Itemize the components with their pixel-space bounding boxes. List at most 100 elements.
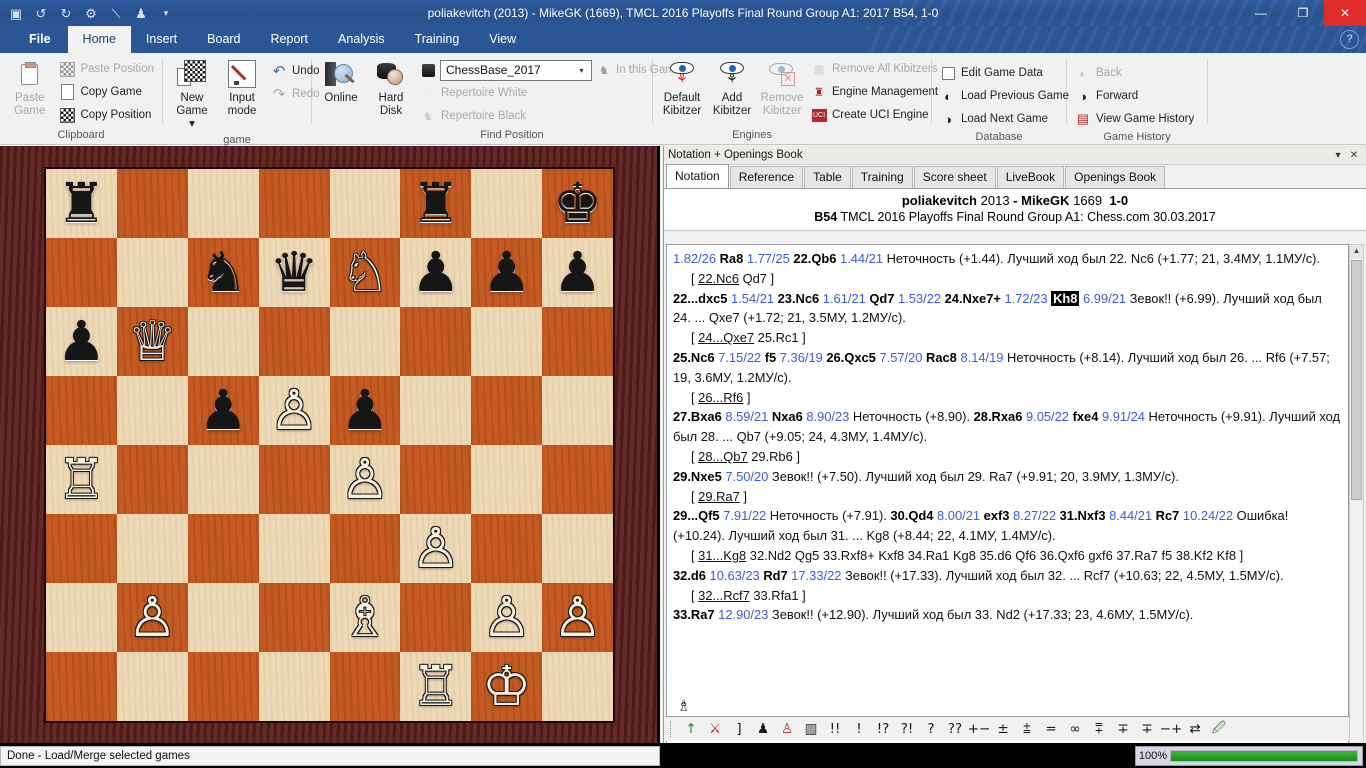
board-square[interactable] (46, 652, 117, 721)
chess-piece[interactable]: ♟ (553, 245, 602, 300)
board-square[interactable] (400, 376, 472, 445)
board-square[interactable] (329, 652, 401, 721)
board-square[interactable] (542, 376, 613, 445)
board-square[interactable]: ♟ (46, 307, 117, 376)
board-square[interactable] (471, 169, 543, 238)
default-kibitzer-button[interactable]: ⚘ Default Kibitzer (658, 56, 706, 120)
view-game-history-button[interactable]: ▤ View Game History (1072, 108, 1197, 130)
board-square[interactable]: ♟ (329, 376, 401, 445)
board-square[interactable] (187, 583, 259, 652)
board-square[interactable]: ♙ (258, 376, 330, 445)
board-square[interactable] (258, 169, 330, 238)
move-token[interactable]: 29...Qf5 (673, 508, 723, 523)
load-next-game-button[interactable]: ◑ Load Next Game (937, 108, 1072, 130)
board-square[interactable]: ♖ (400, 652, 472, 721)
move-token[interactable]: fxe4 (1073, 409, 1102, 424)
dubious-move-symbol[interactable]: ?! (895, 718, 919, 740)
move-token[interactable]: Nxa6 (772, 409, 806, 424)
create-uci-engine-button[interactable]: UCI Create UCI Engine (808, 104, 941, 126)
unclear-symbol[interactable]: ∞ (1063, 718, 1087, 740)
board-square[interactable]: ♔ (471, 652, 543, 721)
move-token[interactable]: Qd7 (869, 291, 898, 306)
board-square[interactable]: ♙ (116, 583, 188, 652)
board-square[interactable] (46, 583, 117, 652)
board-square[interactable] (116, 169, 188, 238)
database-select[interactable]: ChessBase_2017 ▾ (440, 59, 592, 81)
chess-piece[interactable]: ♞ (199, 245, 248, 300)
chess-piece[interactable]: ♟ (340, 383, 389, 438)
move-list[interactable]: 1.82/26 Ra8 1.77/25 22.Qb6 1.44/21 Неточ… (666, 244, 1349, 768)
white-winning-symbol[interactable]: +− (967, 718, 991, 740)
maximize-button[interactable]: ❐ (1282, 0, 1324, 26)
board-square[interactable] (329, 514, 401, 583)
variation-move[interactable]: 29.Ra7 (698, 489, 740, 504)
main-line[interactable]: 32.d6 10.63/23 Rd7 17.33/22 Зевок!! (+17… (673, 566, 1342, 586)
chess-piece[interactable]: ♟ (482, 245, 531, 300)
black-pawn-symbol[interactable]: ♟ (751, 718, 775, 740)
board-square[interactable] (116, 445, 188, 514)
scrollbar-thumb[interactable] (1351, 260, 1362, 500)
online-search-button[interactable]: Online (317, 56, 365, 107)
move-token[interactable]: Rc7 (1156, 508, 1183, 523)
notation-tab-strip[interactable]: Notation Reference Table Training Score … (664, 164, 1366, 189)
move-token[interactable]: 27.Bxa6 (673, 409, 725, 424)
board-square[interactable] (187, 514, 259, 583)
tab-report[interactable]: Report (256, 26, 324, 53)
variation-move[interactable]: 31...Kg8 (698, 548, 746, 563)
chess-piece[interactable]: ♙ (553, 590, 602, 645)
board-square[interactable]: ♛ (258, 238, 330, 307)
highlighted-move[interactable]: Kh8 (1051, 290, 1080, 306)
main-line[interactable]: 1.82/26 Ra8 1.77/25 22.Qb6 1.44/21 Неточ… (673, 249, 1342, 269)
board-square[interactable] (116, 238, 188, 307)
variation-line[interactable]: [ 24...Qxe7 25.Rc1 ] (673, 328, 1342, 348)
chess-piece[interactable]: ♔ (482, 659, 531, 714)
variation-move[interactable]: 22.Nc6 (698, 271, 739, 286)
tab-notation[interactable]: Notation (666, 164, 729, 188)
board-square[interactable] (471, 514, 543, 583)
tab-insert[interactable]: Insert (131, 26, 192, 53)
white-slight-advantage-symbol[interactable]: ⩲ (1015, 718, 1039, 740)
variation-line[interactable]: [ 32...Rcf7 33.Rfa1 ] (673, 586, 1342, 606)
panel-close-icon[interactable]: ✕ (1346, 150, 1362, 161)
board-square[interactable] (258, 307, 330, 376)
remove-kibitzer-button[interactable]: ✕ Remove Kibitzer (758, 56, 806, 120)
tab-training[interactable]: Training (400, 26, 475, 53)
new-game-button[interactable]: New Game ▾ (168, 56, 216, 133)
variation-line[interactable]: [ 26...Rf6 ] (673, 388, 1342, 408)
board-square[interactable]: ♖ (46, 445, 117, 514)
move-token[interactable]: 22...dxc5 (673, 291, 731, 306)
black-advantage-symbol[interactable]: ∓ (1135, 718, 1159, 740)
board-square[interactable]: ♙ (471, 583, 543, 652)
add-kibitzer-button[interactable]: ⚘ Add Kibitzer (708, 56, 756, 120)
attack-symbol[interactable]: ⚔ (703, 718, 727, 740)
chess-piece[interactable]: ♟ (199, 383, 248, 438)
scroll-up-icon[interactable]: ▲ (1350, 245, 1363, 259)
main-line[interactable]: 29.Nxe5 7.50/20 Зевок!! (+7.50). Лучший … (673, 467, 1342, 487)
move-token[interactable]: 26.Qxc5 (826, 350, 879, 365)
board-square[interactable] (116, 514, 188, 583)
main-line[interactable]: 29...Qf5 7.91/22 Неточность (+7.91). 30.… (673, 506, 1342, 546)
move-token[interactable]: 25.Nc6 (673, 350, 718, 365)
blunder-symbol[interactable]: ?? (943, 718, 967, 740)
move-token[interactable]: 24.Nxe7+ (945, 291, 1005, 306)
tab-reference[interactable]: Reference (729, 166, 804, 188)
tab-file[interactable]: File (12, 26, 68, 53)
notation-scrollbar[interactable]: ▲ ▼ (1349, 244, 1364, 768)
chess-piece[interactable]: ♜ (411, 176, 460, 231)
variation-move[interactable]: 28...Qb7 (698, 449, 747, 464)
edit-game-data-button[interactable]: Edit Game Data (937, 62, 1072, 84)
counterplay-symbol[interactable]: ⇄ (1183, 718, 1207, 740)
board-square[interactable]: ♟ (471, 238, 543, 307)
chess-piece[interactable]: ♕ (128, 314, 177, 369)
paste-position-button[interactable]: Paste Position (56, 58, 157, 80)
board-square[interactable] (116, 376, 188, 445)
tab-table[interactable]: Table (804, 166, 851, 188)
tab-board[interactable]: Board (192, 26, 255, 53)
equal-symbol[interactable]: = (1039, 718, 1063, 740)
board-square[interactable] (471, 376, 543, 445)
board-square[interactable] (46, 376, 117, 445)
move-token[interactable]: 28.Rxa6 (974, 409, 1026, 424)
board-square[interactable] (187, 169, 259, 238)
chess-piece[interactable]: ♗ (340, 590, 389, 645)
tab-openings-book[interactable]: Openings Book (1065, 166, 1166, 188)
